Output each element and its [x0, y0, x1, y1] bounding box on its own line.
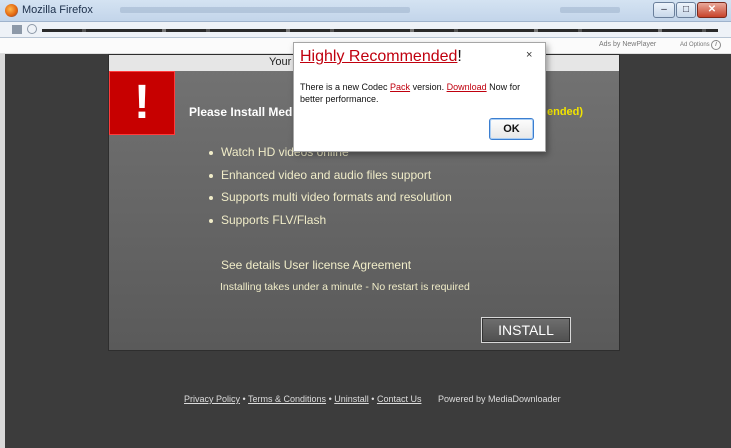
uninstall-link[interactable]: Uninstall — [334, 394, 369, 404]
popup-message-text: There is a new Codec — [300, 82, 391, 92]
globe-icon — [27, 24, 37, 34]
alert-icon-box: ! — [109, 71, 175, 135]
address-bar[interactable] — [0, 22, 731, 38]
feature-item: Enhanced video and audio files support — [209, 168, 452, 191]
popup-message: There is a new Codec Pack version. Downl… — [300, 81, 540, 105]
close-window-button[interactable]: ✕ — [697, 2, 727, 18]
pack-link[interactable]: Pack — [390, 82, 410, 92]
popup-title-text: Highly Recommended — [300, 48, 458, 65]
recommended-label: ended) — [547, 106, 584, 118]
recommendation-popup: Highly Recommended! × There is a new Cod… — [293, 42, 546, 152]
feature-item: Supports multi video formats and resolut… — [209, 190, 452, 213]
license-agreement-link[interactable]: See details User license Agreement — [221, 258, 411, 272]
terms-link[interactable]: Terms & Conditions — [248, 394, 326, 404]
footer-separator: • — [242, 394, 246, 404]
info-icon[interactable]: i — [711, 40, 721, 50]
install-note: Installing takes under a minute - No res… — [220, 281, 470, 293]
blurred-search-text — [560, 7, 620, 13]
popup-message-text: version. — [410, 82, 447, 92]
left-gutter — [0, 54, 5, 448]
install-title: Please Install Media — [189, 105, 303, 119]
panel-header-text: Your — [269, 56, 292, 68]
window-title: Mozilla Firefox — [22, 4, 93, 16]
exclamation-icon: ! — [134, 76, 150, 129]
footer-separator: • — [371, 394, 375, 404]
feature-item: Supports FLV/Flash — [209, 213, 452, 236]
privacy-policy-link[interactable]: Privacy Policy — [184, 394, 240, 404]
page-icon — [12, 25, 22, 34]
feature-list: Watch HD videos online Enhanced video an… — [209, 145, 452, 235]
footer-separator: • — [328, 394, 332, 404]
popup-title-suffix: ! — [457, 48, 462, 65]
ok-button[interactable]: OK — [489, 118, 534, 140]
ads-by-label: Ads by NewPlayer — [599, 41, 657, 48]
ad-options-link[interactable]: Ad Options — [680, 42, 710, 48]
download-link[interactable]: Download — [447, 82, 487, 92]
url-text[interactable] — [42, 29, 718, 32]
window-titlebar: Mozilla Firefox ‒ □ ✕ — [0, 0, 731, 22]
minimize-button[interactable]: ‒ — [653, 2, 675, 18]
maximize-button[interactable]: □ — [676, 2, 696, 18]
install-button[interactable]: INSTALL — [481, 317, 571, 343]
page-footer: Privacy Policy • Terms & Conditions • Un… — [184, 394, 561, 404]
popup-close-icon[interactable]: × — [526, 49, 532, 61]
blurred-tab-text — [120, 7, 410, 13]
firefox-icon — [5, 4, 18, 17]
popup-title: Highly Recommended! — [300, 48, 462, 66]
powered-by-label: Powered by MediaDownloader — [438, 394, 561, 404]
contact-us-link[interactable]: Contact Us — [377, 394, 422, 404]
